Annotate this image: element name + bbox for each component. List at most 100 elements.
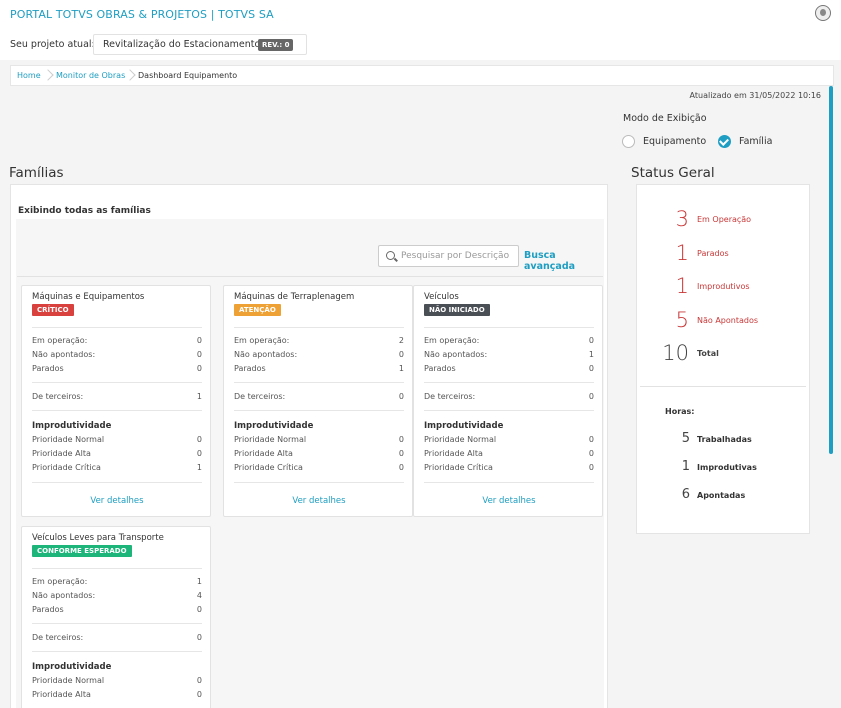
advanced-search-link[interactable]: Busca avançada xyxy=(524,250,607,272)
breadcrumb-monitor-obras[interactable]: Monitor de Obras xyxy=(56,71,125,80)
hour-value: 1 xyxy=(681,459,690,474)
card-divider xyxy=(32,482,202,483)
top-bar: PORTAL TOTVS OBRAS & PROJETOS | TOTVS SA xyxy=(0,0,841,30)
row-prio-alta: Prioridade Alta 0 xyxy=(32,449,202,458)
radio-familia-label[interactable]: Família xyxy=(739,136,772,147)
row-em-operacao: Em operação: 0 xyxy=(32,336,202,345)
stat-value: 1 xyxy=(675,274,689,298)
breadcrumb-home[interactable]: Home xyxy=(17,71,41,80)
card-divider xyxy=(424,382,594,383)
stat-label: Não Apontados xyxy=(697,316,759,325)
breadcrumb: Home Monitor de Obras Dashboard Equipame… xyxy=(10,65,834,86)
stat-value: 3 xyxy=(675,207,689,231)
family-card: Veículos NÃO INICIADO Em operação: 0 Não … xyxy=(413,285,603,517)
radio-familia[interactable] xyxy=(718,135,731,148)
user-avatar-icon[interactable] xyxy=(815,5,831,21)
details-link[interactable]: Ver detalhes xyxy=(224,496,414,506)
details-link[interactable]: Ver detalhes xyxy=(414,496,604,506)
radio-equipamento-label[interactable]: Equipamento xyxy=(643,136,706,147)
improdutividade-heading: Improdutividade xyxy=(424,421,504,431)
row-nao-apontados: Não apontados: 0 xyxy=(32,350,202,359)
project-name: Revitalização do Estacionamento xyxy=(103,39,261,50)
hour-value: 6 xyxy=(681,487,690,502)
row-prio-normal: Prioridade Normal 0 xyxy=(32,435,202,444)
card-divider xyxy=(32,410,202,411)
page-scrollbar[interactable] xyxy=(829,86,833,454)
search-input[interactable] xyxy=(401,246,517,266)
card-divider xyxy=(234,327,404,328)
divider xyxy=(17,276,603,277)
card-divider xyxy=(234,482,404,483)
row-parados: Parados 0 xyxy=(424,364,594,373)
row-prio-alta: Prioridade Alta 0 xyxy=(424,449,594,458)
row-nao-apontados: Não apontados: 4 xyxy=(32,591,202,600)
improdutividade-heading: Improdutividade xyxy=(32,421,112,431)
stat-value: 10 xyxy=(662,341,689,365)
status-panel: 3 Em Operação 1 Parados 1 Improdutivos 5… xyxy=(636,184,810,534)
stat-value: 5 xyxy=(675,308,689,332)
hours-label: Horas: xyxy=(665,407,695,416)
status-badge: CONFORME ESPERADO xyxy=(32,545,132,557)
breadcrumb-current: Dashboard Equipamento xyxy=(138,71,238,80)
stat-label: Em Operação xyxy=(697,215,752,224)
improdutividade-heading: Improdutividade xyxy=(32,662,112,672)
hour-label: Apontadas xyxy=(697,491,746,500)
row-prio-normal: Prioridade Normal 0 xyxy=(424,435,594,444)
row-terceiros: De terceiros: 1 xyxy=(32,392,202,401)
card-divider xyxy=(32,327,202,328)
hour-label: Improdutivas xyxy=(697,463,757,472)
project-label: Seu projeto atual: xyxy=(10,39,95,50)
card-divider xyxy=(32,623,202,624)
row-prio-critica: Prioridade Crítica 1 xyxy=(32,463,202,472)
revision-badge: REV.: 0 xyxy=(258,39,294,51)
card-divider xyxy=(424,327,594,328)
row-terceiros: De terceiros: 0 xyxy=(234,392,404,401)
card-title: Veículos Leves para Transporte xyxy=(32,533,164,543)
details-link[interactable]: Ver detalhes xyxy=(22,496,212,506)
row-nao-apontados: Não apontados: 0 xyxy=(234,350,404,359)
stat-label: Parados xyxy=(697,249,729,258)
view-mode-title: Modo de Exibição xyxy=(623,113,707,124)
card-divider xyxy=(32,568,202,569)
breadcrumb-chevron-icon xyxy=(44,69,54,83)
search-icon xyxy=(386,251,395,260)
row-nao-apontados: Não apontados: 1 xyxy=(424,350,594,359)
row-em-operacao: Em operação: 2 xyxy=(234,336,404,345)
row-parados: Parados 0 xyxy=(32,605,202,614)
search-box[interactable] xyxy=(378,245,519,267)
row-prio-normal: Prioridade Normal 0 xyxy=(234,435,404,444)
last-updated: Atualizado em 31/05/2022 10:16 xyxy=(689,91,821,100)
project-selector[interactable]: Revitalização do Estacionamento REV.: 0 xyxy=(93,34,307,55)
hour-label: Trabalhadas xyxy=(697,435,752,444)
card-divider xyxy=(424,410,594,411)
family-card: Veículos Leves para Transporte CONFORME … xyxy=(21,526,211,708)
families-title: Famílias xyxy=(9,165,64,181)
row-parados: Parados 1 xyxy=(234,364,404,373)
row-prio-alta: Prioridade Alta 0 xyxy=(32,690,202,699)
card-title: Máquinas e Equipamentos xyxy=(32,292,145,302)
row-em-operacao: Em operação: 1 xyxy=(32,577,202,586)
card-divider xyxy=(32,651,202,652)
breadcrumb-chevron-icon xyxy=(126,69,136,83)
row-parados: Parados 0 xyxy=(32,364,202,373)
divider xyxy=(640,386,806,387)
row-terceiros: De terceiros: 0 xyxy=(32,633,202,642)
family-card: Máquinas e Equipamentos CRÍTICO Em opera… xyxy=(21,285,211,517)
project-bar: Seu projeto atual: Revitalização do Esta… xyxy=(0,30,841,60)
stat-label: Total xyxy=(697,349,719,358)
improdutividade-heading: Improdutividade xyxy=(234,421,314,431)
card-divider xyxy=(234,410,404,411)
hour-value: 5 xyxy=(681,431,690,446)
radio-equipamento[interactable] xyxy=(622,135,635,148)
card-divider xyxy=(424,482,594,483)
status-badge: NÃO INICIADO xyxy=(424,304,490,316)
row-em-operacao: Em operação: 0 xyxy=(424,336,594,345)
stat-label: Improdutivos xyxy=(697,282,750,291)
status-badge: CRÍTICO xyxy=(32,304,74,316)
card-title: Máquinas de Terraplenagem xyxy=(234,292,355,302)
row-terceiros: De terceiros: 0 xyxy=(424,392,594,401)
row-prio-normal: Prioridade Normal 0 xyxy=(32,676,202,685)
families-panel: Exibindo todas as famílias Busca avançad… xyxy=(10,184,608,708)
stat-value: 1 xyxy=(675,241,689,265)
row-prio-critica: Prioridade Crítica 0 xyxy=(424,463,594,472)
